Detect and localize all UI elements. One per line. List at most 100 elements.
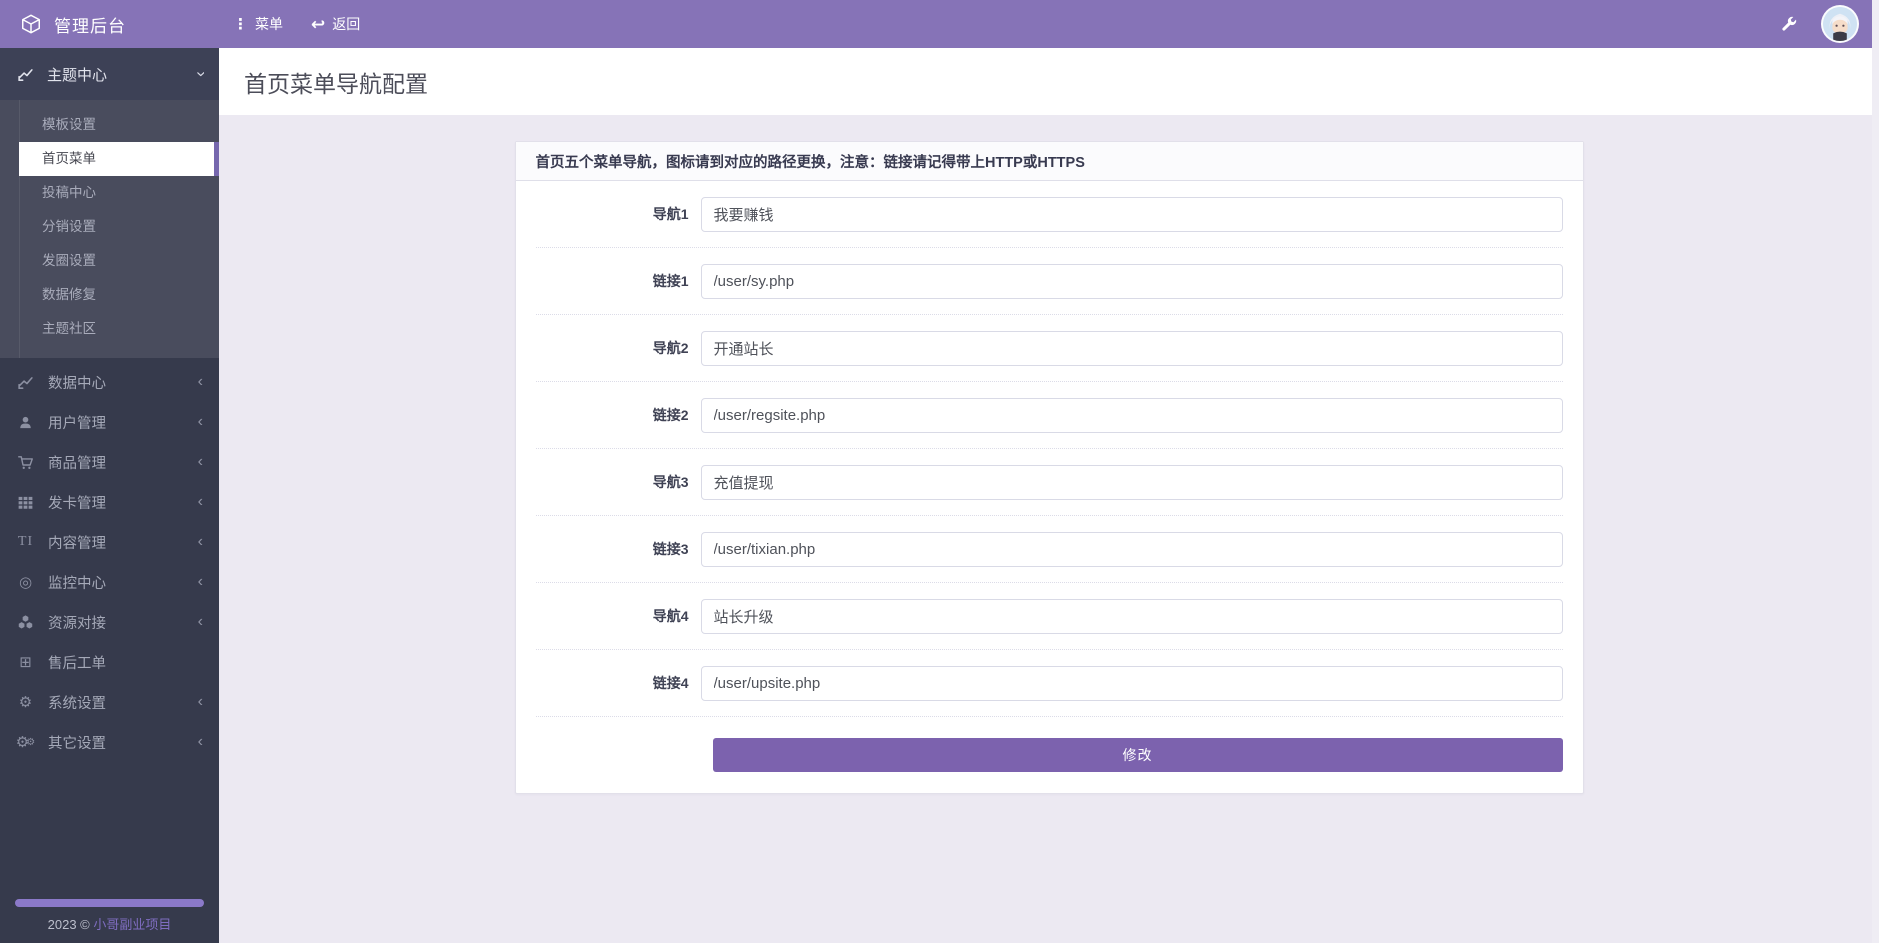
- wrench-icon[interactable]: [1780, 16, 1797, 33]
- chevron-left-icon: ‹: [197, 413, 203, 430]
- topbar-right: [1780, 5, 1879, 43]
- sidebar-item-product-management[interactable]: 商品管理 ‹: [0, 442, 219, 482]
- sidebar-nav-list: 数据中心 ‹ 用户管理 ‹ 商品管理 ‹ 发卡管理 ‹ TI 内容管理 ‹ ◎ …: [0, 358, 219, 762]
- sidebar-item-user-management[interactable]: 用户管理 ‹: [0, 402, 219, 442]
- form-row-link2: 链接2: [535, 382, 1563, 449]
- topbar-nav: ⋮ 菜单 ↩ 返回: [233, 14, 360, 34]
- link3-label: 链接3: [652, 541, 689, 557]
- sidebar-item-label: 系统设置: [48, 695, 106, 712]
- copyright-brand-link[interactable]: 小哥副业项目: [93, 917, 171, 932]
- brand-title: 管理后台: [54, 16, 126, 36]
- sidebar-item-theme-center[interactable]: 主题中心 ‹: [0, 48, 219, 100]
- link4-input[interactable]: [700, 665, 1563, 701]
- form-row-submit: 修改: [536, 717, 1563, 793]
- chart-line-icon: [16, 66, 35, 83]
- chevron-left-icon: ‹: [197, 533, 203, 550]
- user-icon: [16, 415, 35, 430]
- form-row-link4: 链接4: [535, 650, 1563, 717]
- nav3-input[interactable]: [700, 464, 1563, 500]
- target-icon: ◎: [18, 574, 33, 591]
- cubes-icon: [16, 614, 35, 631]
- sidebar-item-label: 售后工单: [48, 655, 106, 672]
- link1-input[interactable]: [700, 263, 1563, 299]
- menu-toggle-label: 菜单: [255, 16, 283, 32]
- submenu-item-distribution-settings[interactable]: 分销设置: [0, 210, 219, 244]
- sidebar-item-label: 监控中心: [48, 575, 106, 592]
- sidebar-item-label: 其它设置: [48, 735, 106, 752]
- submenu-item-template-settings[interactable]: 模板设置: [0, 108, 219, 142]
- panel-header: 首页五个菜单导航，图标请到对应的路径更换，注意：链接请记得带上HTTP或HTTP…: [515, 142, 1583, 181]
- nav4-label: 导航4: [652, 608, 689, 624]
- submenu-item-submission-center[interactable]: 投稿中心: [0, 176, 219, 210]
- chevron-left-icon: ‹: [197, 613, 203, 630]
- chevron-left-icon: ‹: [197, 693, 203, 710]
- form-row-link1: 链接1: [535, 248, 1563, 315]
- link4-label: 链接4: [652, 675, 689, 691]
- sidebar-item-monitor-center[interactable]: ◎ 监控中心 ‹: [0, 562, 219, 602]
- main-area: 首页菜单导航配置 首页五个菜单导航，图标请到对应的路径更换，注意：链接请记得带上…: [219, 48, 1879, 943]
- window-scrollbar[interactable]: [1872, 0, 1879, 943]
- gears-icon: ⚙ ⚙: [15, 734, 36, 751]
- grid-icon: [16, 495, 35, 510]
- nav-config-panel: 首页五个菜单导航，图标请到对应的路径更换，注意：链接请记得带上HTTP或HTTP…: [514, 141, 1584, 794]
- cart-icon: [16, 454, 35, 471]
- back-link[interactable]: ↩ 返回: [311, 14, 360, 34]
- title-bar: 首页菜单导航配置: [219, 48, 1879, 115]
- chevron-left-icon: ‹: [197, 453, 203, 470]
- sidebar-item-aftersale-tickets[interactable]: ⊞ 售后工单: [0, 642, 219, 682]
- submenu-item-home-menu[interactable]: 首页菜单: [19, 142, 219, 176]
- panel-body: 导航1 链接1 导航2 链接2: [516, 181, 1583, 793]
- chart-line-icon: [16, 374, 35, 391]
- sidebar-item-other-settings[interactable]: ⚙ ⚙ 其它设置 ‹: [0, 722, 219, 762]
- back-arrow-icon: ↩: [311, 14, 326, 34]
- link2-label: 链接2: [652, 407, 689, 423]
- sidebar-item-resource-docking[interactable]: 资源对接 ‹: [0, 602, 219, 642]
- chevron-left-icon: ‹: [197, 573, 203, 590]
- form-row-link3: 链接3: [535, 516, 1563, 583]
- plus-square-icon: ⊞: [19, 654, 32, 671]
- sidebar-scroll-bar[interactable]: [15, 899, 204, 907]
- topbar: 管理后台 ⋮ 菜单 ↩ 返回: [0, 0, 1879, 48]
- sidebar-item-data-center[interactable]: 数据中心 ‹: [0, 362, 219, 402]
- nav2-input[interactable]: [700, 330, 1563, 366]
- submenu-item-theme-community[interactable]: 主题社区: [0, 312, 219, 346]
- nav1-label: 导航1: [652, 206, 689, 222]
- submit-button[interactable]: 修改: [712, 738, 1563, 772]
- sidebar-item-label: 用户管理: [48, 415, 106, 432]
- form-row-nav3: 导航3: [535, 449, 1563, 516]
- page-title: 首页菜单导航配置: [244, 70, 428, 97]
- content-area: 首页五个菜单导航，图标请到对应的路径更换，注意：链接请记得带上HTTP或HTTP…: [219, 115, 1879, 943]
- sidebar: 主题中心 ‹ 模板设置 首页菜单 投稿中心 分销设置 发圈设置 数据修复 主题社…: [0, 48, 219, 943]
- theme-submenu: 模板设置 首页菜单 投稿中心 分销设置 发圈设置 数据修复 主题社区: [0, 100, 219, 358]
- submenu-item-moments-settings[interactable]: 发圈设置: [0, 244, 219, 278]
- chevron-left-icon: ‹: [197, 733, 203, 750]
- gear-icon: ⚙: [18, 694, 33, 711]
- app-logo[interactable]: 管理后台: [0, 12, 219, 37]
- form-row-nav2: 导航2: [535, 315, 1563, 382]
- chevron-down-icon: ‹: [190, 71, 210, 77]
- nav3-label: 导航3: [652, 474, 689, 490]
- submenu-item-data-repair[interactable]: 数据修复: [0, 278, 219, 312]
- copyright: 2023 © 小哥副业项目: [0, 914, 219, 933]
- link1-label: 链接1: [652, 273, 689, 289]
- sidebar-item-system-settings[interactable]: ⚙ 系统设置 ‹: [0, 682, 219, 722]
- sidebar-item-label: 主题中心: [47, 66, 108, 84]
- link3-input[interactable]: [700, 531, 1563, 567]
- form-row-nav1: 导航1: [535, 181, 1563, 248]
- chevron-left-icon: ‹: [197, 493, 203, 510]
- chevron-left-icon: ‹: [197, 373, 203, 390]
- copyright-year: 2023 ©: [47, 917, 94, 932]
- sidebar-item-label: 内容管理: [48, 535, 106, 552]
- vertical-dots-icon: ⋮: [233, 15, 248, 33]
- form-row-nav4: 导航4: [535, 583, 1563, 650]
- sidebar-item-label: 资源对接: [48, 615, 106, 632]
- link2-input[interactable]: [700, 397, 1563, 433]
- user-avatar[interactable]: [1821, 5, 1859, 43]
- nav2-label: 导航2: [652, 340, 689, 356]
- sidebar-item-content-management[interactable]: TI 内容管理 ‹: [0, 522, 219, 562]
- sidebar-item-card-management[interactable]: 发卡管理 ‹: [0, 482, 219, 522]
- sidebar-item-label: 数据中心: [48, 375, 106, 392]
- nav1-input[interactable]: [700, 196, 1563, 232]
- menu-toggle[interactable]: ⋮ 菜单: [233, 14, 283, 34]
- nav4-input[interactable]: [700, 598, 1563, 634]
